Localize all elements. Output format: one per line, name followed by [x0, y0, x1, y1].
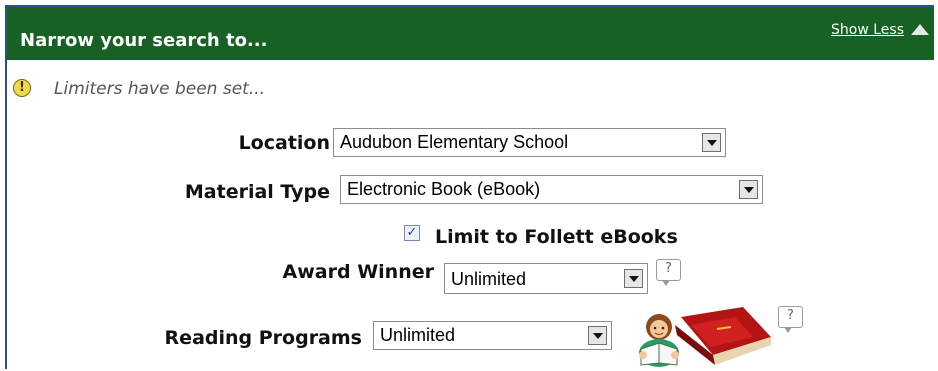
chevron-down-icon[interactable]	[702, 133, 721, 152]
location-label: Location	[238, 132, 330, 154]
award-winner-select[interactable]: Unlimited	[444, 263, 648, 294]
reading-programs-value: Unlimited	[380, 325, 456, 345]
limiters-notice: Limiters have been set...	[54, 79, 266, 99]
chevron-down-icon[interactable]	[588, 326, 607, 345]
help-bubble-icon[interactable]: ?	[778, 306, 803, 333]
location-value: Audubon Elementary School	[340, 132, 569, 152]
help-bubble-icon[interactable]: ?	[656, 259, 681, 286]
chevron-down-icon[interactable]	[739, 180, 758, 199]
reading-programs-select[interactable]: Unlimited	[373, 321, 612, 350]
material-type-label: Material Type	[184, 181, 330, 203]
follett-ebooks-checkbox[interactable]: ✓	[404, 225, 420, 241]
location-select[interactable]: Audubon Elementary School	[333, 128, 726, 157]
chevron-down-icon[interactable]	[624, 269, 643, 288]
material-type-select[interactable]: Electronic Book (eBook)	[340, 175, 763, 204]
triangle-up-icon[interactable]	[911, 24, 929, 35]
panel-title: Narrow your search to...	[20, 30, 268, 51]
panel-header: Narrow your search to... Show Less	[7, 7, 934, 60]
reading-child-books-icon	[639, 307, 771, 367]
award-winner-label: Award Winner	[282, 261, 434, 283]
material-type-value: Electronic Book (eBook)	[347, 179, 541, 199]
show-less-link[interactable]: Show Less	[831, 22, 904, 38]
reading-programs-label: Reading Programs	[164, 327, 362, 349]
search-limiters-panel: Narrow your search to... Show Less ! Lim…	[5, 5, 934, 369]
follett-ebooks-label: Limit to Follett eBooks	[435, 226, 678, 248]
award-winner-value: Unlimited	[451, 269, 527, 289]
exclamation-icon: !	[13, 79, 31, 97]
